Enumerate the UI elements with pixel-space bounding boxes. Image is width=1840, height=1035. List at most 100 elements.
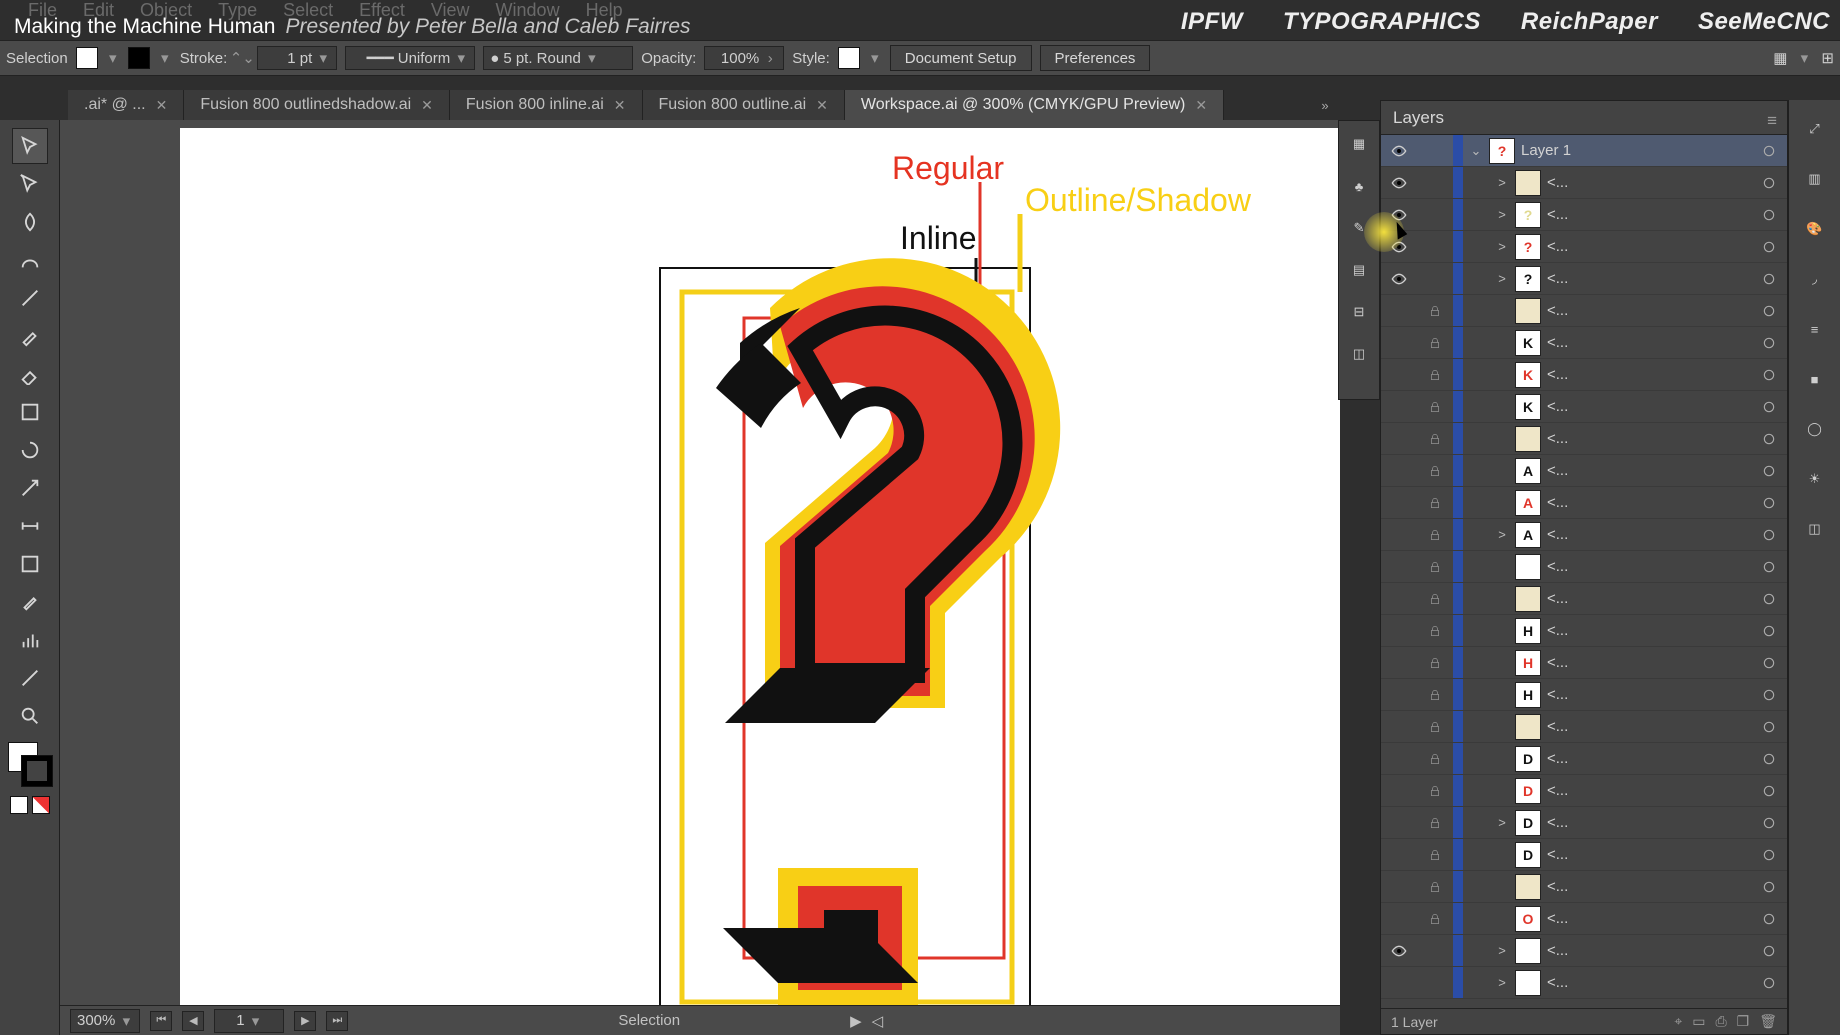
stroke-profile-field[interactable]: ━━━ Uniform ▾: [345, 46, 475, 70]
sublayer-row[interactable]: <...: [1381, 423, 1787, 455]
prev-artboard-button[interactable]: ◀: [182, 1011, 204, 1031]
disclosure-icon[interactable]: >: [1489, 943, 1515, 958]
gradient-tool[interactable]: [12, 546, 48, 582]
lock-toggle[interactable]: [1417, 912, 1453, 926]
target-icon[interactable]: [1751, 304, 1787, 318]
graphic-styles-icon[interactable]: ◫: [1802, 516, 1828, 542]
preferences-button[interactable]: Preferences: [1040, 45, 1151, 71]
align-panel-icon[interactable]: ▤: [1346, 257, 1372, 283]
sublayer-row[interactable]: <...: [1381, 295, 1787, 327]
layer-name[interactable]: <...: [1547, 398, 1751, 415]
sublayer-row[interactable]: ><...: [1381, 935, 1787, 967]
next-artboard-button[interactable]: ▶: [294, 1011, 316, 1031]
target-icon[interactable]: [1751, 976, 1787, 990]
artboard[interactable]: Regular Outline/Shadow Inline: [180, 128, 1340, 1005]
layer-name[interactable]: <...: [1547, 878, 1751, 895]
chevron-down-icon[interactable]: ▾: [158, 51, 172, 65]
brush-field[interactable]: ● 5 pt. Round ▾: [483, 46, 633, 70]
target-icon[interactable]: [1751, 208, 1787, 222]
collapsed-dock[interactable]: ▦ ♣ ✎ ▤ ⊟ ◫: [1338, 120, 1380, 400]
layer-row[interactable]: ⌄?Layer 1: [1381, 135, 1787, 167]
layer-name[interactable]: <...: [1547, 782, 1751, 799]
color-icon[interactable]: 🎨: [1802, 216, 1828, 242]
sublayer-row[interactable]: K<...: [1381, 359, 1787, 391]
width-tool[interactable]: [12, 508, 48, 544]
disclosure-icon[interactable]: >: [1489, 271, 1515, 286]
stepper-icon[interactable]: ⌃⌄: [235, 51, 249, 65]
sublayer-row[interactable]: <...: [1381, 583, 1787, 615]
layer-name[interactable]: <...: [1547, 174, 1751, 191]
right-dock[interactable]: ⤢ ▥ 🎨 ◞ ≡ ■ ◯ ☀ ◫: [1788, 100, 1840, 1035]
target-icon[interactable]: [1751, 688, 1787, 702]
target-icon[interactable]: [1751, 752, 1787, 766]
lock-toggle[interactable]: [1417, 720, 1453, 734]
sublayer-row[interactable]: >?<...: [1381, 199, 1787, 231]
locate-object-icon[interactable]: ⌖: [1674, 1013, 1682, 1030]
target-icon[interactable]: [1751, 176, 1787, 190]
gradient-icon[interactable]: ■: [1802, 366, 1828, 392]
target-icon[interactable]: [1751, 784, 1787, 798]
stroke-swatch[interactable]: [128, 47, 150, 69]
sublayer-row[interactable]: K<...: [1381, 327, 1787, 359]
close-tab-icon[interactable]: ✕: [156, 97, 168, 114]
lock-toggle[interactable]: [1417, 336, 1453, 350]
canvas[interactable]: Regular Outline/Shadow Inline: [60, 120, 1340, 1005]
target-icon[interactable]: [1751, 656, 1787, 670]
opacity-field[interactable]: 100% ›: [704, 46, 784, 70]
target-icon[interactable]: [1751, 528, 1787, 542]
make-clip-icon[interactable]: ▭: [1692, 1013, 1705, 1030]
layer-name[interactable]: <...: [1547, 238, 1751, 255]
layer-name[interactable]: <...: [1547, 750, 1751, 767]
layer-name[interactable]: <...: [1547, 334, 1751, 351]
new-layer-icon[interactable]: ❐: [1737, 1013, 1750, 1030]
lock-toggle[interactable]: [1417, 816, 1453, 830]
sublayer-row[interactable]: O<...: [1381, 903, 1787, 935]
sublayer-row[interactable]: H<...: [1381, 615, 1787, 647]
layer-name[interactable]: <...: [1547, 526, 1751, 543]
lock-toggle[interactable]: [1417, 528, 1453, 542]
close-tab-icon[interactable]: ✕: [614, 97, 626, 114]
target-icon[interactable]: [1751, 432, 1787, 446]
sublayer-row[interactable]: H<...: [1381, 679, 1787, 711]
disclosure-icon[interactable]: >: [1489, 975, 1515, 990]
lock-toggle[interactable]: [1417, 304, 1453, 318]
layer-name[interactable]: <...: [1547, 718, 1751, 735]
selection-tool[interactable]: [12, 128, 48, 164]
artboard-number-field[interactable]: 1▾: [214, 1009, 284, 1033]
color-mode-toggle[interactable]: [10, 796, 50, 814]
libraries-icon[interactable]: ▥: [1802, 166, 1828, 192]
fill-stroke-indicator[interactable]: [8, 742, 52, 786]
target-icon[interactable]: [1751, 560, 1787, 574]
stroke-panel-icon[interactable]: ≡: [1802, 316, 1828, 342]
disclosure-icon[interactable]: >: [1489, 239, 1515, 254]
lock-toggle[interactable]: [1417, 496, 1453, 510]
layer-name[interactable]: <...: [1547, 686, 1751, 703]
disclosure-icon[interactable]: >: [1489, 175, 1515, 190]
layer-name[interactable]: <...: [1547, 494, 1751, 511]
target-icon[interactable]: [1751, 816, 1787, 830]
document-tab[interactable]: Fusion 800 outline.ai✕: [643, 90, 845, 120]
sublayer-row[interactable]: <...: [1381, 711, 1787, 743]
layer-name[interactable]: <...: [1547, 814, 1751, 831]
fill-swatch[interactable]: [76, 47, 98, 69]
lock-toggle[interactable]: [1417, 624, 1453, 638]
disclosure-icon[interactable]: >: [1489, 207, 1515, 222]
swatches-icon[interactable]: ▦: [1346, 131, 1372, 157]
disclosure-icon[interactable]: >: [1489, 527, 1515, 542]
pathfinder-icon[interactable]: ◫: [1346, 341, 1372, 367]
target-icon[interactable]: [1751, 880, 1787, 894]
sublayer-row[interactable]: >?<...: [1381, 231, 1787, 263]
target-icon[interactable]: [1751, 400, 1787, 414]
tab-overflow-icon[interactable]: »: [1310, 98, 1340, 113]
paintbrush-tool[interactable]: [12, 318, 48, 354]
target-icon[interactable]: [1751, 336, 1787, 350]
lock-toggle[interactable]: [1417, 848, 1453, 862]
target-icon[interactable]: [1751, 848, 1787, 862]
direct-selection-tool[interactable]: [12, 166, 48, 202]
lock-toggle[interactable]: [1417, 368, 1453, 382]
target-icon[interactable]: [1751, 720, 1787, 734]
sublayer-row[interactable]: ><...: [1381, 967, 1787, 999]
appearance-icon[interactable]: ☀: [1802, 466, 1828, 492]
sublayer-row[interactable]: K<...: [1381, 391, 1787, 423]
visibility-toggle[interactable]: [1381, 175, 1417, 191]
